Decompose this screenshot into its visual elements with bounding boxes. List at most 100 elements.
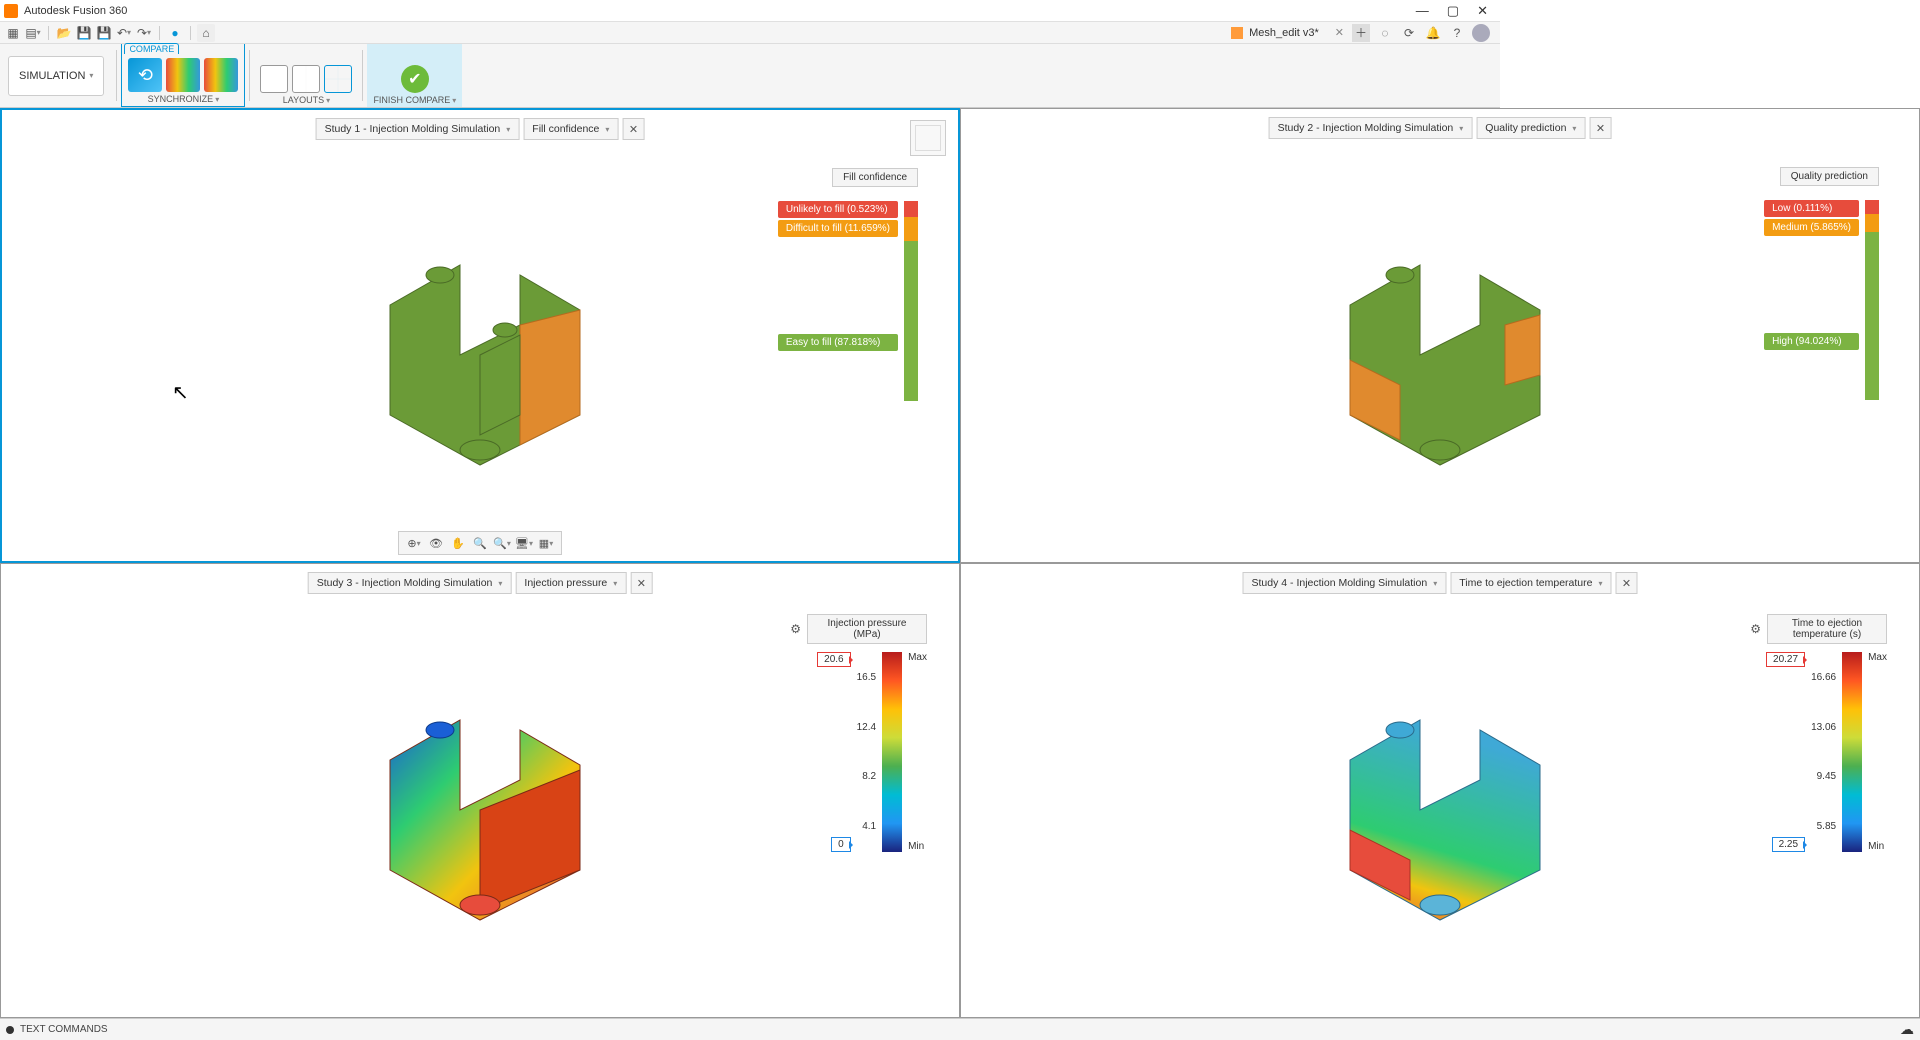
max-value-input[interactable]: 20.27 [1766, 652, 1805, 667]
orbit-icon[interactable]: ⊕▾ [405, 534, 423, 552]
legend-title: Injection pressure (MPa) [807, 614, 927, 644]
layouts-label[interactable]: LAYOUTS▾ [283, 95, 330, 105]
close-viewport-icon[interactable]: ✕ [1615, 572, 1637, 594]
legend: Fill confidence Unlikely to fill (0.523%… [778, 168, 918, 401]
legend-band-difficult: Difficult to fill (11.659%) [778, 220, 898, 237]
legend-ticks: 16.5 12.4 8.2 4.1 [857, 652, 876, 852]
separator [190, 26, 191, 40]
viewport-header: Study 3 - Injection Molding Simulation▾ … [308, 572, 653, 594]
fit-icon[interactable]: 🔍▾ [493, 534, 511, 552]
legend-band-unlikely: Unlikely to fill (0.523%) [778, 201, 898, 218]
view-cube[interactable] [910, 120, 946, 156]
max-value-input[interactable]: 20.6 [817, 652, 850, 667]
result-selector[interactable]: Time to ejection temperature▾ [1450, 572, 1611, 594]
extensions-icon[interactable]: ◌ [1376, 24, 1394, 42]
legend-title: Fill confidence [832, 168, 918, 187]
result-gradient-icon-1[interactable] [166, 58, 200, 92]
undo-icon[interactable]: ↶▾ [115, 24, 133, 42]
grid-icon[interactable]: ▦▾ [537, 534, 555, 552]
min-value-input[interactable]: 2.25 [1772, 837, 1805, 852]
synchronize-label[interactable]: SYNCHRONIZE▾ [148, 94, 220, 104]
legend-title: Quality prediction [1780, 167, 1879, 186]
legend-ticks: 16.66 13.06 9.45 5.85 [1811, 652, 1836, 852]
result-selector[interactable]: Fill confidence▾ [523, 118, 618, 140]
minimize-icon[interactable]: — [1416, 3, 1429, 19]
legend-settings-icon[interactable]: ⚙ [790, 622, 801, 636]
viewport-4[interactable]: Study 4 - Injection Molding Simulation▾ … [960, 563, 1920, 1018]
panel-layouts: LAYOUTS▾ [254, 44, 358, 107]
pan-icon[interactable]: ✋ [449, 534, 467, 552]
redo-icon[interactable]: ↷▾ [135, 24, 153, 42]
app-title: Autodesk Fusion 360 [24, 5, 127, 17]
zoom-icon[interactable]: 🔍 [471, 534, 489, 552]
job-status-icon[interactable]: ⟳ [1400, 24, 1418, 42]
viewport-header: Study 4 - Injection Molding Simulation▾ … [1243, 572, 1638, 594]
minmax-labels: Max Min [908, 652, 927, 852]
close-viewport-icon[interactable]: ✕ [630, 572, 652, 594]
result-selector[interactable]: Quality prediction▾ [1476, 117, 1585, 139]
document-tab[interactable]: Mesh_edit v3* [1223, 27, 1327, 39]
cloud-status-icon[interactable]: ☁ [1900, 1021, 1914, 1038]
gradient-legend: ⚙ Time to ejection temperature (s) 20.27… [1750, 614, 1887, 852]
legend-band-easy: Easy to fill (87.818%) [778, 334, 898, 351]
new-file-icon[interactable]: ▤▾ [24, 24, 42, 42]
layout-1x1-icon[interactable] [260, 65, 288, 93]
viewport-1[interactable]: Study 1 - Injection Molding Simulation▾ … [0, 108, 960, 563]
close-viewport-icon[interactable]: ✕ [622, 118, 644, 140]
finish-compare-button[interactable]: ✔ FINISH COMPARE▾ [367, 44, 462, 107]
result-selector[interactable]: Injection pressure▾ [515, 572, 626, 594]
legend: Quality prediction Low (0.111%) Medium (… [1764, 167, 1879, 400]
legend-band-medium: Medium (5.865%) [1764, 219, 1859, 236]
display-icon[interactable]: 🖥▾ [515, 534, 533, 552]
close-document-icon[interactable]: ✕ [1335, 26, 1344, 39]
result-gradient-icon-2[interactable] [204, 58, 238, 92]
close-icon[interactable]: ✕ [1477, 3, 1488, 19]
home-icon[interactable]: ⌂ [197, 24, 215, 42]
viewport-2[interactable]: Study 2 - Injection Molding Simulation▾ … [960, 108, 1920, 563]
app-icon [4, 4, 18, 18]
open-icon[interactable]: 📂 [55, 24, 73, 42]
min-value-input[interactable]: 0 [831, 837, 851, 852]
study-selector[interactable]: Study 2 - Injection Molding Simulation▾ [1269, 117, 1473, 139]
model-view[interactable] [1310, 670, 1570, 930]
save-icon[interactable]: 💾 [75, 24, 93, 42]
apps-grid-icon[interactable]: ▦ [4, 24, 22, 42]
workspace-switcher[interactable]: SIMULATION▾ [8, 56, 104, 96]
status-dot-icon[interactable] [6, 1026, 14, 1034]
study-selector[interactable]: Study 4 - Injection Molding Simulation▾ [1243, 572, 1447, 594]
model-view[interactable] [350, 215, 610, 475]
layout-2x1-icon[interactable] [292, 65, 320, 93]
minmax-labels: Max Min [1868, 652, 1887, 852]
legend-settings-icon[interactable]: ⚙ [1750, 622, 1761, 636]
titlebar: Autodesk Fusion 360 — ▢ ✕ [0, 0, 1500, 22]
save-all-icon[interactable]: 💾 [95, 24, 113, 42]
cursor-icon: ↖ [172, 380, 189, 405]
viewport-header: Study 2 - Injection Molding Simulation▾ … [1269, 117, 1612, 139]
study-selector[interactable]: Study 3 - Injection Molding Simulation▾ [308, 572, 512, 594]
look-icon[interactable]: 👁 [427, 534, 445, 552]
layout-2x2-icon[interactable] [324, 65, 352, 93]
legend-band-high: High (94.024%) [1764, 333, 1859, 350]
viewport-3[interactable]: Study 3 - Injection Molding Simulation▾ … [0, 563, 960, 1018]
legend-band-low: Low (0.111%) [1764, 200, 1859, 217]
globe-icon[interactable]: ● [166, 24, 184, 42]
model-view[interactable] [1310, 215, 1570, 475]
status-bar: TEXT COMMANDS ☁ [0, 1018, 1920, 1040]
new-tab-icon[interactable]: ＋ [1352, 24, 1370, 42]
viewport-grid: Study 1 - Injection Molding Simulation▾ … [0, 108, 1920, 1018]
model-view[interactable] [350, 670, 610, 930]
quick-access-toolbar: ▦ ▤▾ 📂 💾 💾 ↶▾ ↷▾ ● ⌂ Mesh_edit v3* ✕ ＋ ◌… [0, 22, 1500, 44]
text-commands-button[interactable]: TEXT COMMANDS [20, 1024, 108, 1035]
maximize-icon[interactable]: ▢ [1447, 3, 1459, 19]
viewport-header: Study 1 - Injection Molding Simulation▾ … [316, 118, 645, 140]
synchronize-icon[interactable]: ⟲ [128, 58, 162, 92]
study-selector[interactable]: Study 1 - Injection Molding Simulation▾ [316, 118, 520, 140]
view-navbar: ⊕▾ 👁 ✋ 🔍 🔍▾ 🖥▾ ▦▾ [398, 531, 562, 555]
user-avatar[interactable] [1472, 24, 1490, 42]
help-icon[interactable]: ? [1448, 24, 1466, 42]
check-icon: ✔ [401, 65, 429, 93]
workspace-label: SIMULATION [19, 70, 85, 82]
document-icon [1231, 27, 1243, 39]
close-viewport-icon[interactable]: ✕ [1589, 117, 1611, 139]
notifications-icon[interactable]: 🔔 [1424, 24, 1442, 42]
